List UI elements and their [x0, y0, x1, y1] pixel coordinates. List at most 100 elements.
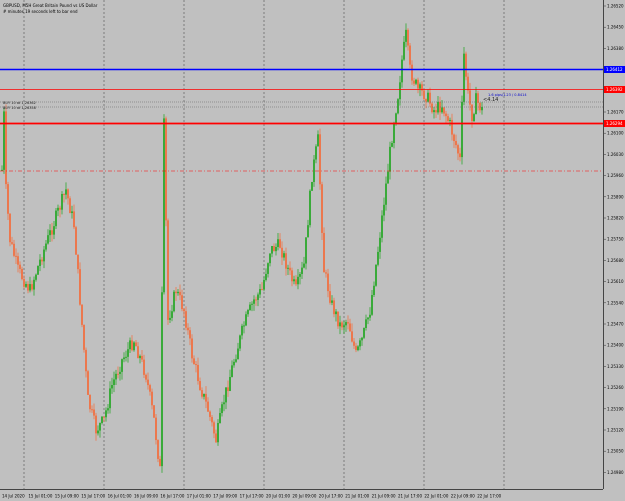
candle-body-up — [297, 276, 299, 285]
candle-body-down — [141, 355, 143, 360]
candle-body-up — [299, 273, 301, 277]
horizontal-levels — [0, 68, 603, 172]
candle-body-down — [5, 111, 7, 185]
candle-body-up — [99, 423, 101, 431]
candle-body-up — [109, 388, 111, 409]
candle-body-up — [251, 303, 253, 305]
candle-body-down — [167, 220, 169, 320]
candle-body-up — [33, 279, 35, 290]
candle-body-up — [335, 311, 337, 315]
candle-body-up — [391, 143, 393, 147]
candle-body-down — [183, 309, 185, 312]
candle-body-down — [435, 110, 437, 113]
candle-body-down — [91, 409, 93, 411]
time-tick-label: 20 Jul 01:00 — [266, 494, 290, 499]
candle-body-up — [243, 325, 245, 327]
price-level-tags: 1.26412 1.26392 1.26294 — [604, 66, 625, 127]
candle-body-up — [405, 29, 407, 42]
buy-order-label-1: BUY 10 at 1.26362 — [3, 101, 36, 105]
candle-body-up — [381, 215, 383, 238]
candle-body-down — [285, 253, 287, 269]
price-tick-label: 1.25120 — [607, 428, 624, 433]
time-tick-label: 22 Jul 01:00 — [424, 494, 448, 499]
candle-body-up — [277, 239, 279, 247]
blue-level-tag-text: 1.26412 — [606, 67, 623, 72]
price-tick-label: 1.25960 — [607, 173, 624, 178]
price-tick-label: 1.25540 — [607, 300, 624, 305]
candle-body-up — [111, 384, 113, 389]
candle-body-up — [161, 292, 163, 467]
candle-body-down — [73, 211, 75, 228]
candle-body-up — [377, 251, 379, 265]
candle-body-down — [131, 340, 133, 351]
price-tick-label: 1.26100 — [607, 131, 624, 136]
candle-body-up — [253, 299, 255, 304]
candle-body-up — [47, 235, 49, 244]
candle-body-down — [27, 283, 29, 291]
candle-body-down — [417, 79, 419, 89]
candle-body-up — [345, 322, 347, 326]
candle-body-down — [51, 230, 53, 235]
candle-body-up — [415, 79, 417, 84]
chart-window[interactable]: BUY 10 at 1.26362 BUY 10 at 1.26358 1.6 … — [0, 0, 625, 501]
candle-body-up — [239, 335, 241, 349]
candle-body-up — [121, 359, 123, 372]
candle-body-up — [129, 340, 131, 350]
candle-body-up — [37, 265, 39, 275]
candle-body-up — [449, 119, 451, 121]
price-tick-label: 1.25890 — [607, 194, 624, 199]
candle-body-up — [395, 113, 397, 125]
candle-body-down — [69, 198, 71, 214]
price-axis[interactable]: 1.265201.264501.263801.263101.262401.261… — [603, 0, 625, 489]
candle-body-down — [201, 390, 203, 397]
price-tick-label: 1.26380 — [607, 46, 624, 51]
candle-body-up — [113, 379, 115, 385]
candle-body-down — [21, 268, 23, 280]
candle-body-up — [231, 365, 233, 377]
candle-body-down — [41, 259, 43, 262]
candle-body-down — [457, 145, 459, 154]
bar-timer: # minutes 19 seconds left to bar end — [3, 9, 78, 14]
candle-body-down — [261, 289, 263, 291]
candle-body-up — [45, 243, 47, 250]
candle-body-up — [65, 189, 67, 195]
candle-body-up — [219, 413, 221, 424]
candle-body-up — [283, 253, 285, 258]
candle-body-up — [257, 294, 259, 300]
candle-body-up — [357, 346, 359, 351]
candle-body-up — [317, 134, 319, 147]
candle-body-down — [9, 213, 11, 243]
candle-body-down — [295, 279, 297, 285]
price-chart-plot[interactable]: BUY 10 at 1.26362 BUY 10 at 1.26358 1.6 … — [0, 0, 603, 489]
candle-body-down — [477, 93, 479, 103]
candle-body-up — [3, 111, 5, 170]
time-axis[interactable]: 14 Jul 2020 15 Jul 01:00 15 Jul 09:00 15 Ju… — [0, 489, 603, 501]
candle-body-down — [67, 189, 69, 199]
candle-body-down — [23, 279, 25, 287]
price-tick-label: 1.24980 — [607, 470, 624, 475]
candle-body-down — [211, 416, 213, 423]
time-tick-label: 21 Jul 09:00 — [372, 494, 396, 499]
candle-body-up — [393, 124, 395, 144]
candle-body-up — [383, 204, 385, 216]
candle-body-up — [233, 361, 235, 366]
candle-body-down — [279, 239, 281, 248]
candle-body-up — [39, 259, 41, 266]
candle-body-down — [455, 141, 457, 146]
candle-body-down — [431, 103, 433, 113]
candle-body-down — [353, 341, 355, 346]
candle-body-up — [267, 263, 269, 274]
candle-body-up — [433, 110, 435, 113]
candle-body-down — [467, 76, 469, 91]
candle-body-down — [187, 327, 189, 331]
candle-body-up — [481, 107, 483, 111]
price-tick-label: 1.25610 — [607, 279, 624, 284]
price-tick-label: 1.25330 — [607, 364, 624, 369]
candle-body-down — [93, 409, 95, 416]
candle-body-down — [137, 346, 139, 359]
time-tick-label: 14 Jul 2020 — [2, 494, 25, 499]
candle-body-up — [263, 279, 265, 290]
candle-body-down — [479, 102, 481, 111]
candle-body-up — [259, 289, 261, 295]
candle-body-up — [245, 314, 247, 326]
